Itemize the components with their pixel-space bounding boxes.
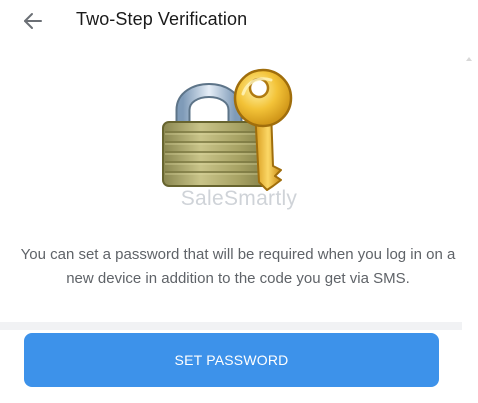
arrow-left-icon — [24, 13, 42, 29]
back-button[interactable] — [18, 6, 48, 36]
page-title: Two-Step Verification — [76, 9, 248, 29]
watermark-text: SaleSmartly — [180, 187, 298, 210]
description-text: You can set a password that will be requ… — [20, 246, 456, 287]
two-step-verification-screen: Two-Step Verification SaleSmartly You ca… — [0, 0, 478, 403]
section-divider — [0, 322, 462, 330]
padlock-with-key-icon — [155, 66, 295, 194]
scroll-up-icon — [466, 57, 472, 61]
header-bar: Two-Step Verification — [0, 0, 478, 42]
set-password-button[interactable]: SET PASSWORD — [24, 333, 439, 387]
